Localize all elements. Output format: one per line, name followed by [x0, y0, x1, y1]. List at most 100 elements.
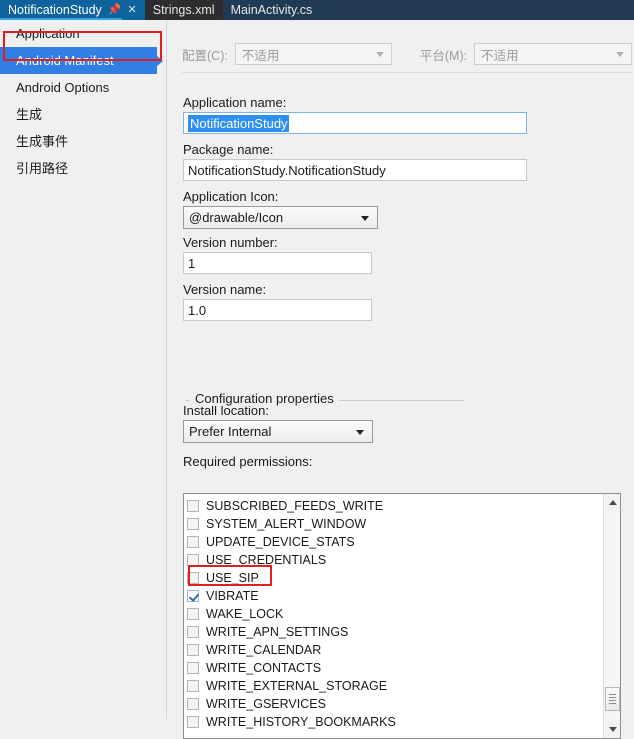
version-number-label: Version number: — [183, 235, 278, 250]
checkbox-unchecked-icon[interactable] — [187, 500, 199, 512]
configuration-row: 配置(C): 不适用 平台(M): 不适用 — [182, 42, 632, 66]
permissions-items-container: SUBSCRIBED_FEEDS_WRITE SYSTEM_ALERT_WINDO… — [184, 494, 603, 738]
permission-row[interactable]: WRITE_EXTERNAL_STORAGE — [187, 677, 603, 695]
tab-label: MainActivity.cs — [230, 3, 313, 17]
application-icon-dropdown[interactable]: @drawable/Icon — [183, 206, 378, 229]
application-name-value: NotificationStudy — [188, 114, 289, 132]
checkbox-unchecked-icon[interactable] — [187, 554, 199, 566]
permission-row[interactable]: WRITE_HISTORY_BOOKMARKS — [187, 713, 603, 731]
application-icon-value: @drawable/Icon — [189, 210, 284, 225]
permission-row[interactable]: WRITE_CONTACTS — [187, 659, 603, 677]
sidebar-item-reference-paths[interactable]: 引用路径 — [0, 155, 166, 182]
sidebar-item-label: 生成事件 — [16, 134, 69, 149]
version-number-input[interactable]: 1 — [183, 252, 372, 274]
scrollbar-thumb[interactable] — [605, 687, 620, 711]
checkbox-unchecked-icon[interactable] — [187, 716, 199, 728]
scroll-down-arrow-icon[interactable] — [604, 721, 620, 738]
permission-row[interactable]: USE_CREDENTIALS — [187, 551, 603, 569]
platform-dropdown[interactable]: 不适用 — [474, 43, 632, 65]
checkbox-unchecked-icon[interactable] — [187, 572, 199, 584]
sidebar-item-label: 生成 — [16, 107, 43, 122]
sidebar-item-label: 引用路径 — [16, 161, 69, 176]
permission-row[interactable]: USE_SIP — [187, 569, 603, 587]
chevron-down-icon — [361, 215, 369, 221]
checkbox-unchecked-icon[interactable] — [187, 698, 199, 710]
package-name-label: Package name: — [183, 142, 274, 157]
required-permissions-list[interactable]: SUBSCRIBED_FEEDS_WRITE SYSTEM_ALERT_WINDO… — [183, 493, 621, 739]
permission-row[interactable]: WRITE_GSERVICES — [187, 695, 603, 713]
scroll-up-arrow-icon[interactable] — [604, 494, 620, 511]
sidebar-item-label: Android Manifest — [16, 53, 114, 68]
pin-icon[interactable]: 📌 — [108, 4, 122, 16]
permission-label: USE_SIP — [206, 571, 259, 585]
grip-icon — [609, 692, 616, 706]
tab-mainactivity-cs[interactable]: MainActivity.cs — [222, 0, 321, 20]
permission-label: USE_CREDENTIALS — [206, 553, 327, 567]
install-location-dropdown[interactable]: Prefer Internal — [183, 420, 373, 443]
platform-value: 不适用 — [481, 48, 519, 63]
properties-editor: Application Android Manifest Android Opt… — [0, 20, 634, 739]
application-name-input[interactable]: NotificationStudy — [183, 112, 527, 134]
platform-label: 平台(M): — [419, 48, 468, 63]
sidebar-item-android-options[interactable]: Android Options — [0, 74, 166, 101]
configuration-dropdown[interactable]: 不适用 — [234, 43, 392, 65]
application-icon-label: Application Icon: — [183, 189, 279, 204]
required-permissions-label: Required permissions: — [183, 454, 313, 469]
editor-tab-bar: NotificationStudy 📌 ✕ Strings.xml MainAc… — [0, 0, 634, 20]
permission-row[interactable]: WRITE_APN_SETTINGS — [187, 623, 603, 641]
sidebar-item-application[interactable]: Application — [0, 20, 166, 47]
chevron-down-icon — [356, 429, 364, 435]
sidebar-item-android-manifest[interactable]: Android Manifest — [0, 47, 163, 74]
checkbox-unchecked-icon[interactable] — [187, 518, 199, 530]
sidebar-item-build-events[interactable]: 生成事件 — [0, 128, 166, 155]
permission-label: SUBSCRIBED_FEEDS_WRITE — [206, 499, 384, 513]
sidebar-item-label: Application — [16, 26, 80, 41]
permission-row[interactable]: WRITE_CALENDAR — [187, 641, 603, 659]
permission-row[interactable]: SYSTEM_ALERT_WINDOW — [187, 515, 603, 533]
checkbox-unchecked-icon[interactable] — [187, 680, 199, 692]
permission-row[interactable]: VIBRATE — [187, 587, 603, 605]
package-name-value: NotificationStudy.NotificationStudy — [188, 162, 386, 178]
tab-label: Strings.xml — [152, 3, 215, 17]
checkbox-unchecked-icon[interactable] — [187, 608, 199, 620]
permission-label: WRITE_EXTERNAL_STORAGE — [206, 679, 388, 693]
version-name-label: Version name: — [183, 282, 267, 297]
permission-label: UPDATE_DEVICE_STATS — [206, 535, 355, 549]
checkbox-unchecked-icon[interactable] — [187, 644, 199, 656]
version-name-value: 1.0 — [188, 302, 207, 318]
permission-label: WRITE_CALENDAR — [206, 643, 322, 657]
permission-label: WRITE_GSERVICES — [206, 697, 326, 711]
permission-label: VIBRATE — [206, 589, 259, 603]
permission-label: WRITE_HISTORY_BOOKMARKS — [206, 715, 396, 729]
permission-label: WRITE_APN_SETTINGS — [206, 625, 349, 639]
permission-row[interactable]: WAKE_LOCK — [187, 605, 603, 623]
permission-label: SYSTEM_ALERT_WINDOW — [206, 517, 367, 531]
divider — [182, 72, 632, 73]
chevron-down-icon — [616, 52, 624, 57]
permission-label: WAKE_LOCK — [206, 607, 284, 621]
checkbox-unchecked-icon[interactable] — [187, 662, 199, 674]
sidebar-item-build[interactable]: 生成 — [0, 101, 166, 128]
version-name-input[interactable]: 1.0 — [183, 299, 372, 321]
tab-notificationstudy[interactable]: NotificationStudy 📌 ✕ — [0, 0, 145, 20]
configuration-value: 不适用 — [241, 48, 280, 63]
permissions-scrollbar[interactable] — [603, 494, 620, 738]
configuration-label: 配置(C): — [182, 48, 228, 63]
version-number-value: 1 — [188, 255, 196, 271]
permission-row[interactable]: SUBSCRIBED_FEEDS_WRITE — [187, 497, 603, 515]
tab-strings-xml[interactable]: Strings.xml — [144, 0, 223, 20]
sidebar-item-label: Android Options — [16, 80, 110, 95]
chevron-down-icon — [375, 52, 384, 57]
permission-label: WRITE_CONTACTS — [206, 661, 322, 675]
permission-row[interactable]: UPDATE_DEVICE_STATS — [187, 533, 603, 551]
checkbox-checked-icon[interactable] — [187, 590, 199, 602]
configuration-properties-title: Configuration properties — [190, 391, 339, 406]
install-location-value: Prefer Internal — [189, 424, 272, 439]
package-name-input[interactable]: NotificationStudy.NotificationStudy — [183, 159, 527, 181]
tab-label: NotificationStudy — [8, 3, 102, 17]
checkbox-unchecked-icon[interactable] — [187, 536, 199, 548]
checkbox-unchecked-icon[interactable] — [187, 626, 199, 638]
application-name-label: Application name: — [183, 95, 287, 110]
properties-sidebar: Application Android Manifest Android Opt… — [0, 20, 167, 719]
close-icon[interactable]: ✕ — [128, 4, 137, 16]
